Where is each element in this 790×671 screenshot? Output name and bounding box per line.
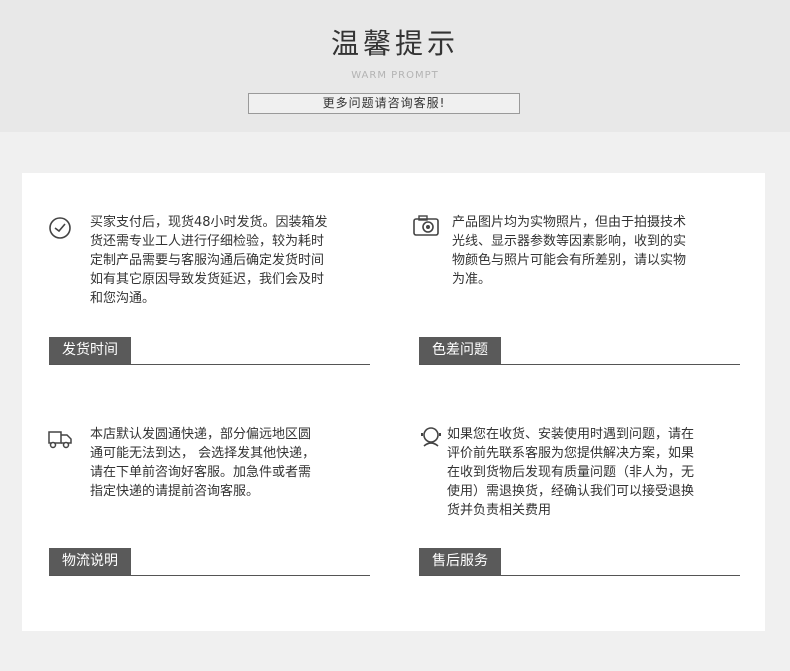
contact-tip: 更多问题请咨询客服! (248, 93, 520, 114)
clock-icon (48, 216, 72, 244)
camera-icon (412, 214, 440, 242)
text-line: 物颜色与照片可能会有所差别，请以实物 (452, 253, 687, 268)
customer-service-icon (418, 424, 444, 454)
section-label-after-sales: 售后服务 (419, 548, 501, 575)
page-subtitle: WARM PROMPT (351, 70, 439, 81)
text-line: 货还需专业工人进行仔细检验，较为耗时 (90, 234, 325, 249)
logistics-text: 本店默认发圆通快递，部分偏远地区圆 通可能无法到达， 会选择发其他快递， 请在下… (90, 425, 390, 501)
header-banner: 温馨提示 WARM PROMPT 更多问题请咨询客服! (0, 0, 790, 132)
shipping-time-text: 买家支付后，现货48小时发货。因装箱发 货还需专业工人进行仔细检验，较为耗时 定… (90, 213, 390, 308)
text-line: 如有其它原因导致发货延迟，我们会及时 (90, 272, 325, 287)
text-line: 光线、显示器参数等因素影响，收到的实 (452, 234, 687, 249)
text-line: 指定快递的请提前咨询客服。 (90, 484, 260, 499)
text-line: 产品图片均为实物照片，但由于拍摄技术 (452, 215, 687, 230)
section-label-shipping-time: 发货时间 (49, 337, 131, 364)
text-line: 如果您在收货、安装使用时遇到问题，请在 (447, 427, 695, 442)
divider (419, 364, 740, 365)
text-line: 评价前先联系客服为您提供解决方案，如果 (447, 446, 695, 461)
text-line: 和您沟通。 (90, 291, 156, 306)
delivery-truck-icon (46, 426, 74, 454)
color-difference-text: 产品图片均为实物照片，但由于拍摄技术 光线、显示器参数等因素影响，收到的实 物颜… (452, 213, 752, 289)
text-line: 本店默认发圆通快递，部分偏远地区圆 (90, 427, 312, 442)
text-line: 定制产品需要与客服沟通后确定发货时间 (90, 253, 325, 268)
divider (49, 364, 370, 365)
section-label-color-difference: 色差问题 (419, 337, 501, 364)
divider (49, 575, 370, 576)
section-label-logistics: 物流说明 (49, 548, 131, 575)
page-title: 温馨提示 (330, 27, 459, 60)
text-line: 通可能无法到达， 会选择发其他快递， (90, 446, 316, 461)
text-line: 使用）需退换货，经确认我们可以接受退换 (447, 484, 695, 499)
text-line: 为准。 (452, 272, 492, 287)
text-line: 买家支付后，现货48小时发货。因装箱发 (90, 215, 328, 230)
after-sales-text: 如果您在收货、安装使用时遇到问题，请在 评价前先联系客服为您提供解决方案，如果 … (447, 425, 757, 520)
text-line: 在收到货物后发现有质量问题（非人为，无 (447, 465, 695, 480)
info-card: 买家支付后，现货48小时发货。因装箱发 货还需专业工人进行仔细检验，较为耗时 定… (22, 173, 765, 631)
divider (419, 575, 740, 576)
text-line: 请在下单前咨询好客服。加急件或者需 (90, 465, 312, 480)
text-line: 货并负责相关费用 (447, 503, 552, 518)
